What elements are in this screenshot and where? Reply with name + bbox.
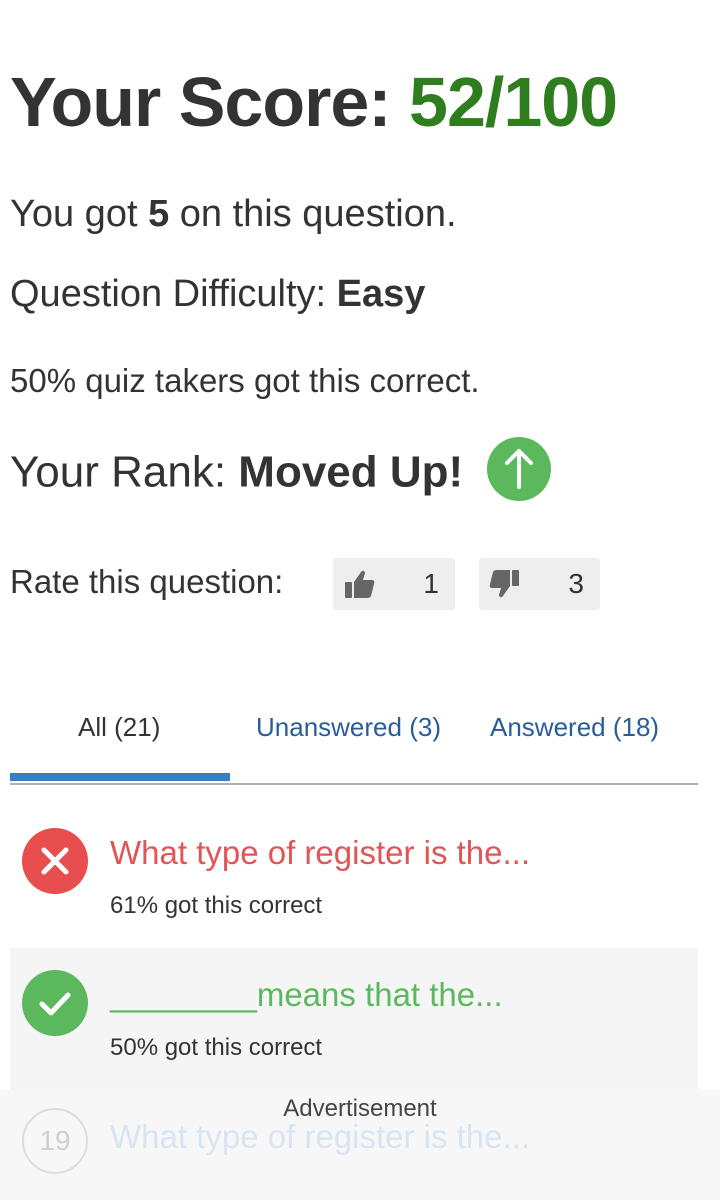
arrow-up-icon bbox=[487, 437, 552, 501]
quiz-result-page: Your Score: 52/100 You got 5 on this que… bbox=[0, 0, 720, 1200]
takers-correct-text: 50% quiz takers got this correct. bbox=[10, 362, 480, 399]
points-suffix: on this question. bbox=[169, 193, 457, 235]
question-filter-tabs: All (21) Unanswered (3) Answered (18) bbox=[10, 700, 698, 785]
x-icon bbox=[22, 828, 88, 894]
score-label: Your Score: bbox=[10, 63, 392, 141]
advertisement-label: Advertisement bbox=[283, 1095, 437, 1122]
thumbs-down-button[interactable]: 3 bbox=[479, 558, 600, 610]
difficulty-value: Easy bbox=[336, 273, 426, 315]
rank-label: Your Rank: bbox=[10, 447, 239, 497]
tabs-divider bbox=[10, 783, 698, 785]
tab-all[interactable]: All (21) bbox=[78, 712, 160, 743]
difficulty-line: Question Difficulty: Easy bbox=[10, 273, 425, 316]
question-title: What type of register is the... bbox=[110, 1118, 531, 1155]
thumbs-down-count: 3 bbox=[568, 568, 584, 599]
active-tab-indicator bbox=[10, 773, 230, 781]
question-title: ________means that the... bbox=[110, 976, 503, 1013]
thumbs-up-count: 1 bbox=[423, 568, 439, 599]
difficulty-label: Question Difficulty: bbox=[10, 273, 337, 315]
score-heading: Your Score: 52/100 bbox=[10, 62, 618, 142]
thumbs-up-icon bbox=[345, 570, 375, 598]
question-points-line: You got 5 on this question. bbox=[10, 193, 457, 236]
thumbs-down-icon bbox=[489, 570, 519, 598]
tab-answered[interactable]: Answered (18) bbox=[490, 712, 659, 743]
points-prefix: You got bbox=[10, 193, 149, 235]
question-stat: 61% got this correct bbox=[110, 892, 323, 919]
rank-line: Your Rank: Moved Up! bbox=[10, 437, 552, 507]
tab-unanswered[interactable]: Unanswered (3) bbox=[256, 712, 441, 743]
rank-value: Moved Up! bbox=[238, 447, 464, 497]
question-list-item[interactable]: ________means that the... 50% got this c… bbox=[10, 948, 698, 1090]
check-icon bbox=[22, 970, 88, 1036]
rate-question-label: Rate this question: bbox=[10, 563, 284, 600]
question-stat: 50% got this correct bbox=[110, 1034, 323, 1061]
points-value: 5 bbox=[148, 193, 170, 235]
question-title: What type of register is the... bbox=[110, 834, 531, 871]
question-list-item[interactable]: What type of register is the... 61% got … bbox=[10, 810, 698, 940]
thumbs-up-button[interactable]: 1 bbox=[333, 558, 455, 610]
score-value: 52/100 bbox=[409, 63, 618, 141]
